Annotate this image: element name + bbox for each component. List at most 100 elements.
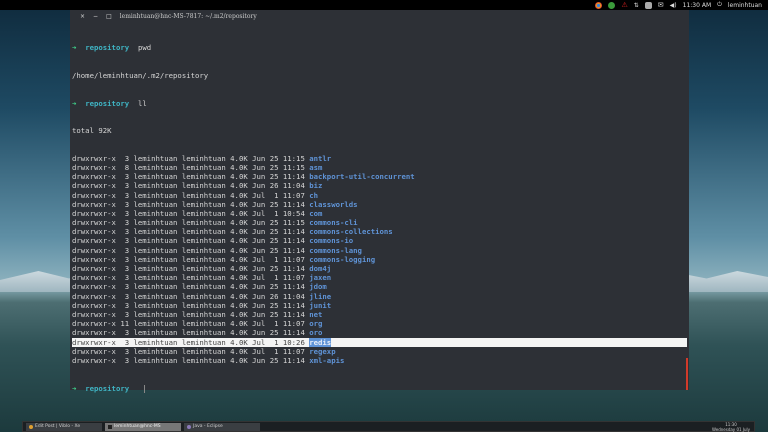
prompt-arrow-icon: ➜: [72, 98, 77, 108]
listing-row: drwxrwxr-x 3 leminhtuan leminhtuan 4.0K …: [72, 191, 687, 200]
directory-name: jline: [309, 291, 332, 301]
prompt-line: ➜ repository pwd: [72, 43, 687, 52]
terminal-window[interactable]: × − □ leminhtuan@hnc-MS-7817: ~/.m2/repo…: [70, 10, 689, 393]
row-meta: drwxrwxr-x 3 leminhtuan leminhtuan 4.0K …: [72, 245, 310, 255]
listing-row: drwxrwxr-x 3 leminhtuan leminhtuan 4.0K …: [72, 154, 687, 163]
task-terminal[interactable]: leminhtuan@hnc-MS: [105, 422, 181, 431]
row-meta: drwxrwxr-x 3 leminhtuan leminhtuan 4.0K …: [72, 218, 310, 228]
maximize-button[interactable]: □: [106, 13, 112, 20]
directory-name: regexp: [309, 346, 336, 356]
chrome-icon[interactable]: [595, 1, 603, 9]
directory-name: commons-collections: [309, 227, 393, 237]
listing-row: drwxrwxr-x 3 leminhtuan leminhtuan 4.0K …: [72, 218, 687, 227]
listing-row: drwxrwxr-x 3 leminhtuan leminhtuan 4.0K …: [72, 246, 687, 255]
row-meta: drwxrwxr-x 3 leminhtuan leminhtuan 4.0K …: [72, 227, 310, 237]
listing-row: drwxrwxr-x 3 leminhtuan leminhtuan 4.0K …: [72, 310, 687, 319]
listing-row: drwxrwxr-x 11 leminhtuan leminhtuan 4.0K…: [72, 319, 687, 328]
directory-name: ch: [309, 190, 319, 200]
directory-name: dom4j: [309, 264, 332, 274]
hangouts-icon[interactable]: [608, 1, 616, 9]
listing-row: drwxrwxr-x 3 leminhtuan leminhtuan 4.0K …: [72, 282, 687, 291]
taskbar-clock[interactable]: 11:30 Wednesday 01 July: [712, 422, 750, 432]
text-cursor: [143, 384, 145, 393]
task-label: Edit Post | Viblo - Xe: [35, 424, 81, 429]
directory-name: classworlds: [309, 199, 358, 209]
listing-row: drwxrwxr-x 8 leminhtuan leminhtuan 4.0K …: [72, 163, 687, 172]
listing-row: drwxrwxr-x 3 leminhtuan leminhtuan 4.0K …: [72, 181, 687, 190]
row-meta: drwxrwxr-x 3 leminhtuan leminhtuan 4.0K …: [72, 355, 310, 365]
warning-icon[interactable]: ⚠: [621, 1, 627, 9]
row-meta: drwxrwxr-x 3 leminhtuan leminhtuan 4.0K …: [72, 337, 310, 347]
row-meta: drwxrwxr-x 3 leminhtuan leminhtuan 4.0K …: [72, 190, 310, 200]
system-tray: ⚠ ⇅ ✉ ◀) 11:30 AM ⏻ leminhtuan: [595, 0, 762, 10]
directory-name: jdom: [309, 282, 327, 292]
task-eclipse[interactable]: Java - Eclipse: [184, 422, 260, 431]
row-meta: drwxrwxr-x 3 leminhtuan leminhtuan 4.0K …: [72, 346, 310, 356]
row-meta: drwxrwxr-x 3 leminhtuan leminhtuan 4.0K …: [72, 273, 310, 283]
listing-row: drwxrwxr-x 3 leminhtuan leminhtuan 4.0K …: [72, 356, 687, 365]
row-meta: drwxrwxr-x 8 leminhtuan leminhtuan 4.0K …: [72, 162, 310, 172]
directory-name: org: [309, 319, 323, 329]
network-icon[interactable]: ⇅: [634, 2, 639, 9]
row-meta: drwxrwxr-x 3 leminhtuan leminhtuan 4.0K …: [72, 236, 310, 246]
prompt-arrow-icon: ➜: [72, 43, 77, 53]
close-button[interactable]: ×: [80, 13, 85, 20]
row-meta: drwxrwxr-x 3 leminhtuan leminhtuan 4.0K …: [72, 172, 310, 182]
user-name[interactable]: leminhtuan: [728, 2, 762, 9]
row-meta: drwxrwxr-x 3 leminhtuan leminhtuan 4.0K …: [72, 153, 310, 163]
prompt-line: ➜ repository: [72, 384, 687, 393]
row-meta: drwxrwxr-x 3 leminhtuan leminhtuan 4.0K …: [72, 199, 310, 209]
chrome-icon: [29, 424, 33, 429]
row-meta: drwxrwxr-x 3 leminhtuan leminhtuan 4.0K …: [72, 208, 310, 218]
terminal-titlebar: × − □ leminhtuan@hnc-MS-7817: ~/.m2/repo…: [70, 10, 689, 23]
directory-name: jaxen: [309, 273, 332, 283]
directory-name: net: [309, 309, 323, 319]
terminal-output[interactable]: ➜ repository pwd /home/leminhtuan/.m2/re…: [72, 25, 687, 411]
row-meta: drwxrwxr-x 11 leminhtuan leminhtuan 4.0K…: [72, 319, 310, 329]
listing-row: drwxrwxr-x 3 leminhtuan leminhtuan 4.0K …: [72, 255, 687, 264]
listing-row: drwxrwxr-x 3 leminhtuan leminhtuan 4.0K …: [72, 172, 687, 181]
row-meta: drwxrwxr-x 3 leminhtuan leminhtuan 4.0K …: [72, 254, 310, 264]
output-line: /home/leminhtuan/.m2/repository: [72, 71, 209, 80]
listing-row: drwxrwxr-x 3 leminhtuan leminhtuan 4.0K …: [72, 227, 687, 236]
directory-name: biz: [309, 181, 323, 191]
directory-name: redis: [309, 337, 332, 347]
command: ll: [137, 98, 147, 108]
directory-name: commons-lang: [309, 245, 362, 255]
scrollbar[interactable]: [686, 358, 688, 390]
listing-row: drwxrwxr-x 3 leminhtuan leminhtuan 4.0K …: [72, 209, 687, 218]
task-browser[interactable]: Edit Post | Viblo - Xe: [26, 422, 102, 431]
volume-icon[interactable]: ◀): [670, 2, 677, 9]
row-meta: drwxrwxr-x 3 leminhtuan leminhtuan 4.0K …: [72, 328, 310, 338]
directory-name: antlr: [309, 153, 332, 163]
directory-name: commons-cli: [309, 218, 358, 228]
task-label: leminhtuan@hnc-MS: [114, 424, 161, 429]
power-icon[interactable]: ⏻: [717, 1, 722, 9]
listing-row: drwxrwxr-x 3 leminhtuan leminhtuan 4.0K …: [72, 301, 687, 310]
directory-name: com: [309, 208, 323, 218]
listing-row: drwxrwxr-x 3 leminhtuan leminhtuan 4.0K …: [72, 273, 687, 282]
prompt-line: ➜ repository ll: [72, 99, 687, 108]
row-meta: drwxrwxr-x 3 leminhtuan leminhtuan 4.0K …: [72, 300, 310, 310]
row-meta: drwxrwxr-x 3 leminhtuan leminhtuan 4.0K …: [72, 309, 310, 319]
row-meta: drwxrwxr-x 3 leminhtuan leminhtuan 4.0K …: [72, 181, 310, 191]
minimize-button[interactable]: −: [93, 13, 98, 20]
directory-name: xml-apis: [309, 355, 345, 365]
clock[interactable]: 11:30 AM: [683, 2, 711, 9]
prompt-dir: repository: [85, 98, 130, 108]
mail-icon[interactable]: ✉: [658, 1, 664, 9]
keyboard-icon[interactable]: [644, 1, 652, 9]
row-meta: drwxrwxr-x 3 leminhtuan leminhtuan 4.0K …: [72, 282, 310, 292]
directory-name: junit: [309, 300, 332, 310]
taskbar: Edit Post | Viblo - Xe leminhtuan@hnc-MS…: [22, 421, 755, 432]
prompt-dir: repository: [85, 43, 130, 53]
row-meta: drwxrwxr-x 3 leminhtuan leminhtuan 4.0K …: [72, 291, 310, 301]
eclipse-icon: [187, 424, 191, 429]
prompt-dir: repository: [85, 383, 130, 393]
listing-row: drwxrwxr-x 3 leminhtuan leminhtuan 4.0K …: [72, 264, 687, 273]
clock-date: Wednesday 01 July: [712, 427, 750, 432]
directory-name: backport-util-concurrent: [309, 172, 415, 182]
listing-row: drwxrwxr-x 3 leminhtuan leminhtuan 4.0K …: [72, 236, 687, 245]
terminal-icon: [108, 424, 112, 429]
listing-row: drwxrwxr-x 3 leminhtuan leminhtuan 4.0K …: [72, 292, 687, 301]
